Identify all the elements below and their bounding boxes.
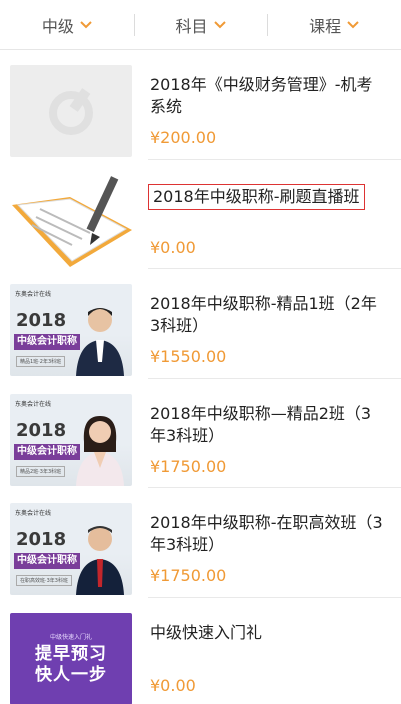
filter-subject-label: 科目 [175, 16, 208, 36]
course-item[interactable]: 东奥会计在线 2018 中级会计职称 精品1班·2年3科班 2018年中级职称-… [0, 269, 401, 379]
course-price: ¥200.00 [150, 128, 217, 147]
thumbnail-band: 中级会计职称 [14, 443, 80, 460]
teacher-portrait-icon [76, 415, 124, 486]
course-thumbnail-promo: 中级快速入门礼 提早预习 快人一步 [10, 612, 132, 704]
image-placeholder-icon [49, 88, 93, 135]
course-item[interactable]: 东奥会计在线 2018 中级会计职称 精品2班·3年3科班 2018年中级职称—… [0, 379, 401, 488]
teacher-portrait-icon [76, 526, 124, 595]
course-price: ¥1750.00 [150, 566, 227, 585]
chevron-down-icon [347, 20, 359, 29]
chevron-down-icon [213, 20, 226, 29]
course-item[interactable]: 中级快速入门礼 提早预习 快人一步 中级快速入门礼 ¥0.00 [0, 598, 401, 704]
brand-logo-text: 东奥会计在线 [15, 400, 52, 408]
course-thumbnail-placeholder [10, 65, 132, 157]
thumbnail-subtitle: 在职高效班·3年3科班 [16, 575, 72, 586]
filter-course-label: 课程 [309, 16, 342, 36]
course-title: 2018年《中级财务管理》-机考系统 [150, 75, 373, 116]
teacher-portrait-icon [76, 308, 124, 376]
thumbnail-year: 2018 [16, 419, 67, 441]
brand-logo-text: 东奥会计在线 [15, 510, 52, 517]
promo-headline-1: 提早预习 [35, 643, 107, 664]
course-title: 2018年中级职称—精品2班（3年3科班） [150, 403, 372, 445]
course-title: 中级快速入门礼 [150, 622, 263, 642]
course-thumbnail-teacher: 东奥会计在线 2018 中级会计职称 精品1班·2年3科班 [10, 284, 132, 376]
course-title: 2018年中级职称-在职高效班（3年3科班） [150, 513, 383, 554]
course-price: ¥0.00 [150, 237, 196, 257]
course-item[interactable]: 2018年《中级财务管理》-机考系统 ¥200.00 [0, 50, 401, 160]
course-thumbnail-teacher: 东奥会计在线 2018 中级会计职称 在职高效班·3年3科班 [10, 503, 132, 595]
promo-caption: 中级快速入门礼 [49, 633, 92, 641]
course-price: ¥1750.00 [150, 456, 227, 476]
filter-bar: 中级 科目 课程 [0, 0, 401, 50]
course-list: 2018年《中级财务管理》-机考系统 ¥200.00 2018年中级职称-刷题直… [0, 50, 401, 704]
course-item[interactable]: 2018年中级职称-刷题直播班 ¥0.00 [0, 160, 401, 269]
course-item[interactable]: 东奥会计在线 2018 中级会计职称 在职高效班·3年3科班 2018年中级职称… [0, 488, 401, 598]
course-thumbnail-book [10, 174, 132, 267]
book-pencil-icon [12, 175, 132, 267]
course-price: ¥0.00 [150, 675, 196, 695]
filter-level-tab[interactable]: 中级 [0, 0, 134, 49]
thumbnail-band: 中级会计职称 [14, 334, 80, 350]
thumbnail-subtitle: 精品2班·3年3科班 [16, 465, 66, 477]
chevron-down-icon [80, 20, 92, 29]
thumbnail-band: 中级会计职称 [14, 553, 80, 569]
thumbnail-subtitle: 精品1班·2年3科班 [16, 356, 66, 367]
thumbnail-year: 2018 [16, 310, 67, 331]
course-title: 2018年中级职称-精品1班（2年3科班） [150, 294, 377, 335]
promo-headline-2: 快人一步 [35, 664, 107, 685]
filter-level-label: 中级 [41, 16, 74, 36]
thumbnail-year: 2018 [16, 529, 67, 550]
filter-subject-tab[interactable]: 科目 [133, 0, 268, 49]
course-price: ¥1550.00 [150, 347, 227, 366]
course-thumbnail-teacher: 东奥会计在线 2018 中级会计职称 精品2班·3年3科班 [10, 393, 132, 486]
filter-course-tab[interactable]: 课程 [267, 0, 401, 49]
course-title: 2018年中级职称-刷题直播班 [148, 183, 365, 210]
brand-logo-text: 东奥会计在线 [15, 291, 52, 298]
